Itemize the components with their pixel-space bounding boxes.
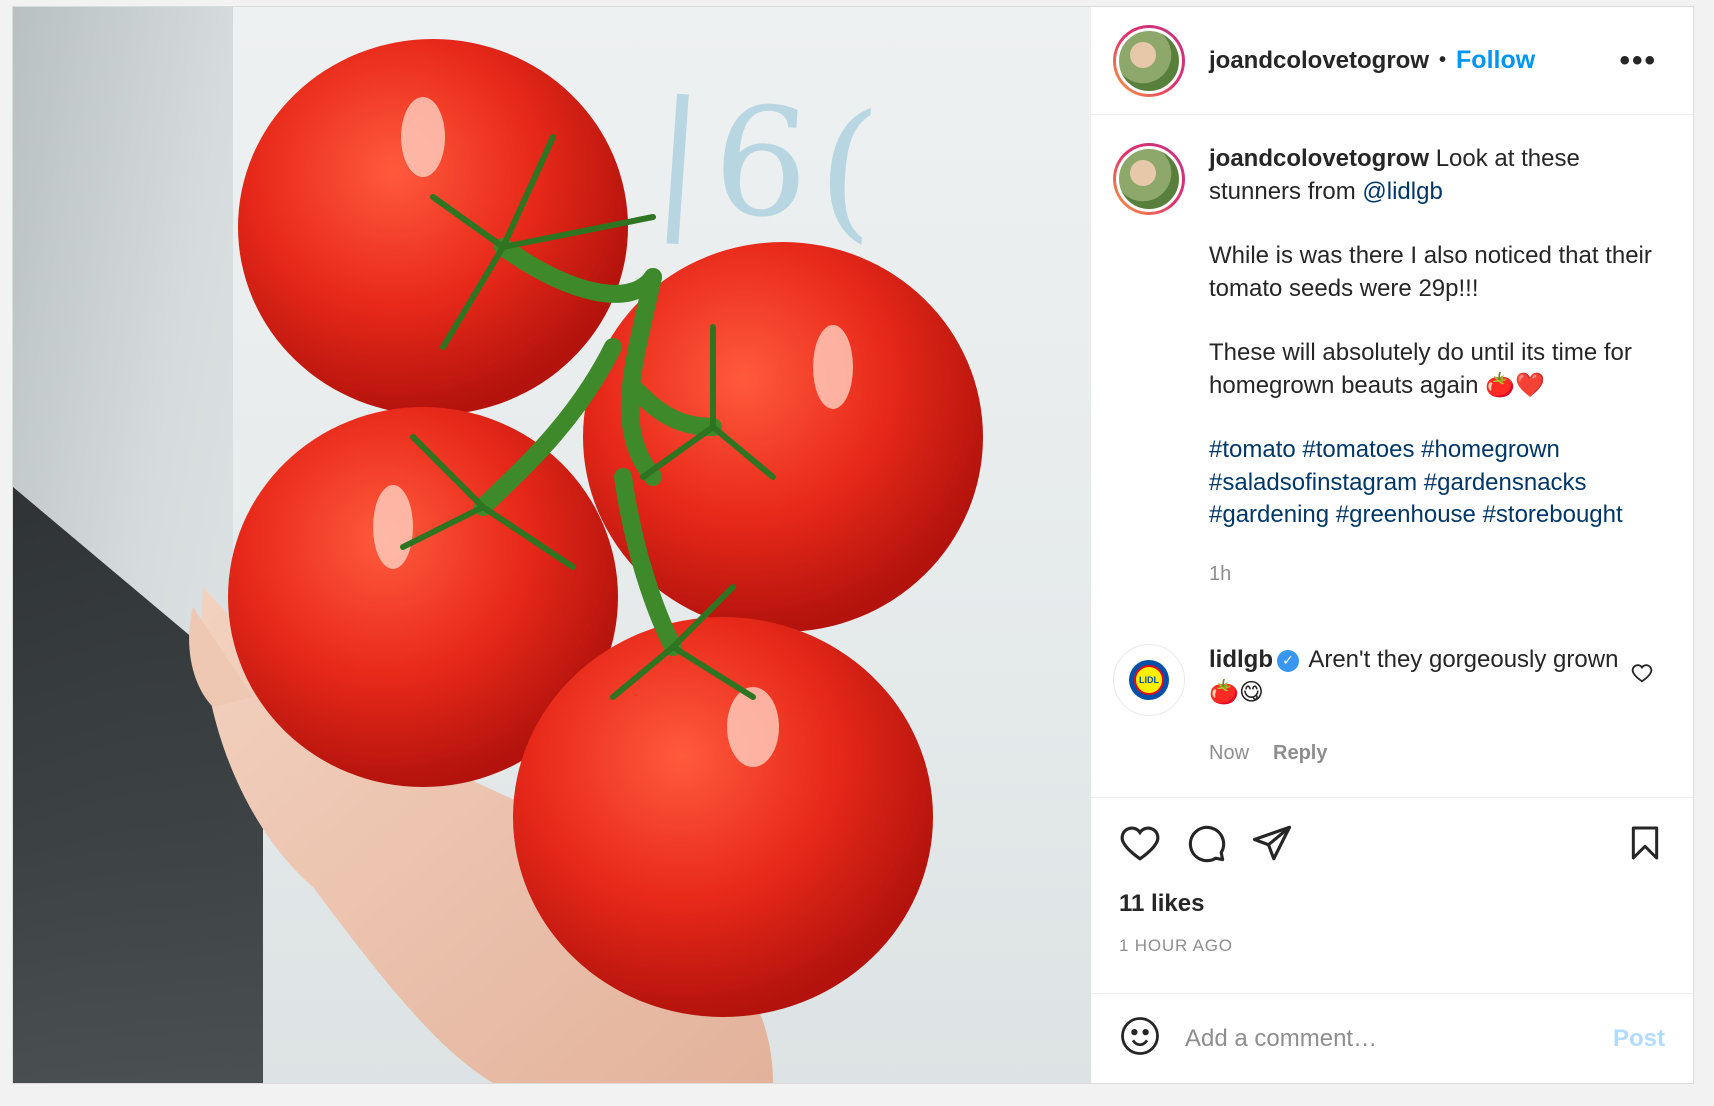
more-options-icon[interactable]: ••• — [1619, 44, 1657, 78]
mention-link[interactable]: @lidlgb — [1362, 178, 1442, 205]
follow-button[interactable]: Follow — [1456, 46, 1535, 75]
header-username[interactable]: joandcolovetogrow — [1209, 47, 1429, 75]
post-header: joandcolovetogrow • Follow ••• — [1091, 7, 1693, 115]
bookmark-save-icon[interactable] — [1625, 822, 1665, 864]
emoji-smiley-icon[interactable] — [1119, 1015, 1161, 1062]
reply-button[interactable]: Reply — [1273, 742, 1327, 765]
tomato — [238, 39, 628, 415]
share-paper-plane-icon[interactable] — [1251, 822, 1293, 864]
comment-input[interactable] — [1185, 1024, 1613, 1053]
comment-row: LIDL lidlgb ✓ Aren't they gorgeously grow… — [1113, 644, 1671, 716]
caption-hashtags[interactable]: #tomato #tomatoes #homegrown #saladsofin… — [1209, 434, 1669, 532]
action-icons — [1119, 822, 1665, 864]
comment-like-heart-icon[interactable] — [1631, 662, 1653, 689]
comment-time: Now — [1209, 742, 1250, 764]
like-heart-icon[interactable] — [1119, 822, 1161, 864]
separator-dot: • — [1439, 49, 1447, 71]
post-comment-button[interactable]: Post — [1613, 1025, 1665, 1053]
tomatoes-illustration — [189, 39, 983, 1083]
post-timestamp: 1 HOUR AGO — [1119, 936, 1233, 955]
caption-username[interactable]: joandcolovetogrow — [1209, 145, 1429, 172]
comment-bubble-icon[interactable] — [1185, 822, 1227, 864]
comments-section: joandcolovetogrow Look at these stunners… — [1091, 115, 1693, 797]
avatar[interactable] — [1113, 24, 1185, 97]
lidl-avatar[interactable]: LIDL — [1113, 644, 1185, 716]
lidl-logo-icon: LIDL — [1129, 660, 1169, 700]
post-card: |6(joandcolovetogrow • Follow ••• joand… — [12, 6, 1694, 1084]
verified-icon: ✓ — [1276, 649, 1299, 672]
add-comment-bar: Post — [1091, 993, 1693, 1083]
caption-text: joandcolovetogrow Look at these stunners… — [1209, 143, 1669, 590]
likes-count[interactable]: 11 likes — [1119, 890, 1665, 918]
post-image[interactable]: |6( — [13, 7, 1091, 1083]
post-sidebar: joandcolovetogrow • Follow ••• joandcolo… — [1091, 7, 1693, 1083]
caption-avatar[interactable] — [1113, 143, 1185, 215]
caption-para3: These will absolutely do until its time … — [1209, 339, 1632, 399]
comment-meta: Now Reply — [1209, 742, 1671, 765]
caption-time: 1h — [1209, 562, 1232, 585]
caption-row: joandcolovetogrow Look at these stunners… — [1113, 143, 1671, 590]
comment-username[interactable]: lidlgb — [1209, 646, 1273, 673]
comment-text: lidlgb ✓ Aren't they gorgeously grown 🍅😋 — [1209, 644, 1639, 716]
actions-section: 11 likes 1 HOUR AGO — [1091, 797, 1693, 993]
caption-para2: While is was there I also noticed that t… — [1209, 242, 1652, 302]
